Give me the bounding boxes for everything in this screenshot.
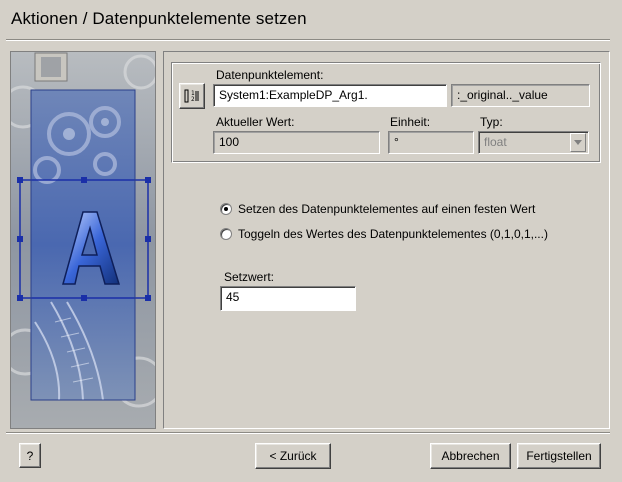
datapoint-label: Datenpunktelement:	[216, 68, 324, 82]
option-set-fixed[interactable]: Setzen des Datenpunktelementes auf einen…	[220, 202, 535, 216]
unit-field: °	[388, 131, 474, 154]
datapoint-input[interactable]: System1:ExampleDP_Arg1.	[213, 84, 447, 107]
bottom-separator	[6, 432, 610, 434]
back-button[interactable]: < Zurück	[255, 443, 331, 469]
option-set-fixed-label: Setzen des Datenpunktelementes auf einen…	[238, 202, 536, 216]
cancel-button[interactable]: Abbrechen	[430, 443, 511, 469]
wizard-image	[10, 51, 156, 429]
page-title: Aktionen / Datenpunktelemente setzen	[11, 9, 307, 28]
chevron-down-icon	[574, 140, 582, 145]
setvalue-input[interactable]: 45	[220, 286, 356, 311]
radio-set-fixed[interactable]	[220, 203, 232, 215]
type-dropdown-button	[570, 133, 586, 152]
datapoint-picker-button[interactable]: 1 2	[179, 83, 205, 109]
help-button[interactable]: ?	[19, 443, 41, 468]
setvalue-label: Setzwert:	[224, 270, 275, 284]
datapoint-selector-icon: 1 2	[184, 89, 199, 103]
current-value-field: 100	[213, 131, 380, 154]
radio-toggle[interactable]	[220, 228, 232, 240]
svg-text:2: 2	[191, 96, 195, 103]
unit-label: Einheit:	[390, 115, 431, 129]
option-toggle[interactable]: Toggeln des Wertes des Datenpunktelement…	[220, 227, 548, 241]
type-label: Typ:	[480, 115, 503, 129]
option-toggle-label: Toggeln des Wertes des Datenpunktelement…	[238, 227, 548, 241]
current-value-label: Aktueller Wert:	[216, 115, 295, 129]
datapoint-config-field: :_original.._value	[451, 84, 590, 107]
type-select-value: float	[484, 135, 507, 149]
wizard-graphic	[11, 52, 155, 428]
finish-button[interactable]: Fertigstellen	[517, 443, 601, 469]
title-separator	[6, 39, 610, 41]
